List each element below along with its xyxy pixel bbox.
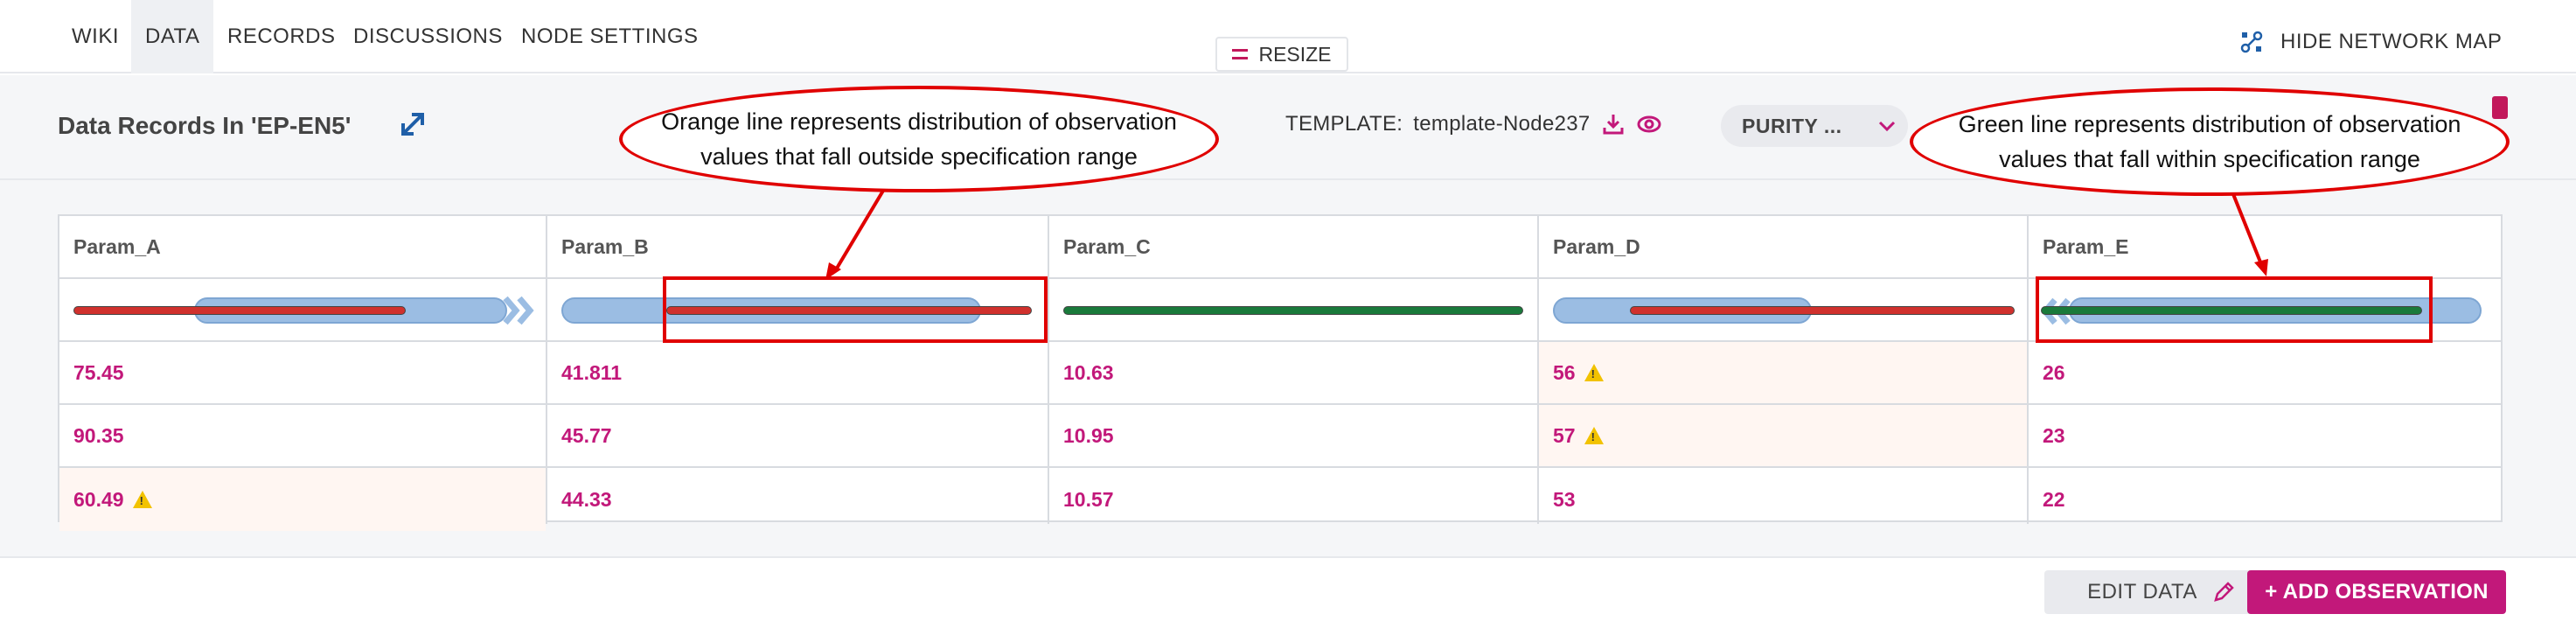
annotation-text-green: Green line represents distribution of ob…: [1958, 111, 2461, 172]
app-frame: WIKI DATA RECORDS DISCUSSIONS NODE SETTI…: [0, 0, 2576, 635]
annotation-box-out-of-spec: [663, 276, 1048, 343]
annotation-box-in-spec: [2036, 276, 2433, 343]
annotation-text-orange: Orange line represents distribution of o…: [661, 108, 1177, 170]
annotation-callout-green: Green line represents distribution of ob…: [1910, 87, 2510, 196]
annotation-callout-orange: Orange line represents distribution of o…: [619, 86, 1219, 192]
